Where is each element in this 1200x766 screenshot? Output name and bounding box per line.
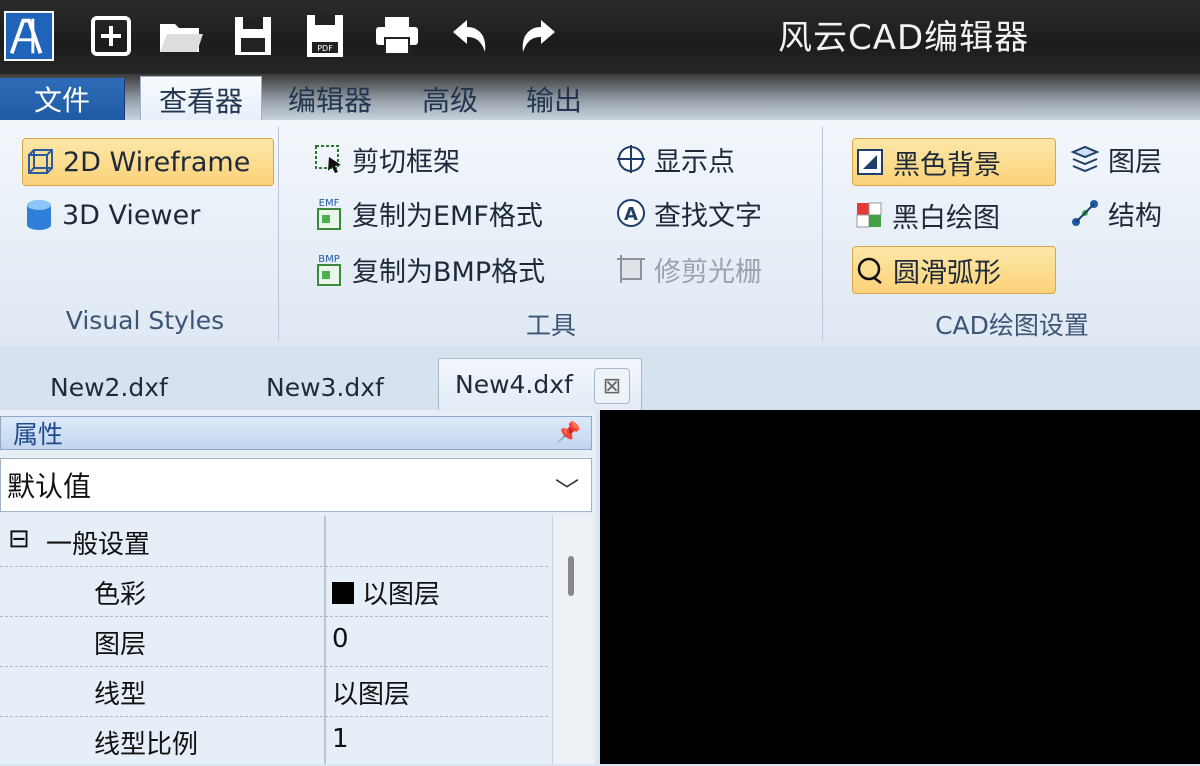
doc-tab-new2[interactable]: New2.dxf [50,364,168,410]
save-pdf-icon[interactable]: PDF [300,8,350,64]
section-label: 一般设置 [46,530,151,560]
cylinder-icon [22,198,56,232]
layers-icon [1068,142,1102,176]
logo-icon[interactable] [4,8,54,64]
svg-text:A: A [624,204,638,225]
properties-title: 属性 [13,420,64,449]
svg-text:EMF: EMF [319,198,340,209]
smooth-arc-label: 圆滑弧形 [893,257,1001,289]
group-label-visual-styles: Visual Styles [65,306,225,335]
property-value[interactable]: 0 [332,624,349,654]
title-bar: PDF 风云CAD编辑器 [0,0,1200,74]
property-value[interactable]: 以图层 [332,574,440,611]
new-icon[interactable] [86,8,136,64]
find-text-icon: A [614,196,648,230]
smooth-arc-icon [853,253,887,287]
bmp-icon: BMP [312,252,346,286]
redo-icon[interactable] [514,8,564,64]
property-value[interactable]: 1 [332,724,349,754]
structure-button[interactable]: 结构 [1068,190,1162,236]
trim-raster-label: 修剪光栅 [654,256,762,288]
black-background-label: 黑色背景 [893,149,1001,181]
property-row[interactable]: 图层 0 [0,616,548,667]
tab-file[interactable]: 文件 [0,78,125,120]
scrollbar-thumb[interactable] [568,556,574,596]
wireframe-2d-button[interactable]: 2D Wireframe [22,138,274,186]
tab-advanced[interactable]: 高级 [412,78,488,120]
undo-icon[interactable] [444,8,494,64]
viewer-3d-button[interactable]: 3D Viewer [22,192,272,238]
property-grid: ⊟ 一般设置 色彩 以图层 图层 0 线型 以图层 线型比例 1 [0,516,548,764]
tab-editor[interactable]: 编辑器 [280,78,380,120]
clip-frame-icon [312,142,346,176]
crosshair-icon [614,142,648,176]
drawing-canvas[interactable] [600,410,1200,764]
property-name: 色彩 [94,580,147,610]
copy-emf-label: 复制为EMF格式 [352,200,543,232]
group-separator [278,126,279,340]
print-icon[interactable] [372,8,422,64]
trim-raster-button[interactable]: 修剪光栅 [614,246,762,292]
save-icon[interactable] [228,8,278,64]
copy-emf-button[interactable]: EMF 复制为EMF格式 [312,190,543,236]
bw-drawing-label: 黑白绘图 [892,202,1000,234]
smooth-arc-button[interactable]: 圆滑弧形 [852,246,1056,294]
property-value[interactable]: 以图层 [332,674,410,711]
show-points-button[interactable]: 显示点 [614,136,735,182]
wireframe-label: 2D Wireframe [63,146,251,178]
doc-tab-new3[interactable]: New3.dxf [266,364,384,410]
viewer-3d-label: 3D Viewer [62,199,201,231]
svg-text:BMP: BMP [318,254,340,265]
property-scrollbar[interactable] [552,516,593,764]
column-divider[interactable] [324,516,326,764]
app-title: 风云CAD编辑器 [778,18,1030,58]
property-preset-select[interactable]: 默认值 ﹀ [0,458,592,512]
group-separator [822,126,823,340]
structure-icon [1068,196,1102,230]
tab-output[interactable]: 输出 [516,78,592,120]
close-tab-icon[interactable]: ⊠ [594,368,630,404]
bw-drawing-icon [852,198,886,232]
find-text-button[interactable]: A 查找文字 [614,190,762,236]
black-background-icon [853,145,887,179]
collapse-icon[interactable]: ⊟ [8,524,30,554]
property-preset-value: 默认值 [7,470,92,503]
doc-tab-new4-label: New4.dxf [455,370,573,399]
open-icon[interactable] [156,8,206,64]
clip-frame-button[interactable]: 剪切框架 [312,136,460,182]
clip-frame-label: 剪切框架 [352,146,460,178]
tab-viewer[interactable]: 查看器 [140,76,262,123]
find-text-label: 查找文字 [654,200,762,232]
layers-button[interactable]: 图层 [1068,136,1162,182]
color-swatch [332,581,354,604]
properties-header: 属性 📌 [0,416,592,450]
property-value-text: 以图层 [362,580,441,610]
group-label-cad-settings: CAD绘图设置 [935,311,1089,340]
property-section-general[interactable]: ⊟ 一般设置 [0,516,548,567]
group-label-tools: 工具 [525,311,576,340]
bw-drawing-button[interactable]: 黑白绘图 [852,192,1000,238]
property-row[interactable]: 色彩 以图层 [0,566,548,617]
copy-bmp-label: 复制为BMP格式 [352,256,546,288]
property-name: 线型 [94,680,147,710]
trim-raster-icon [614,252,648,286]
property-name: 图层 [94,630,147,660]
property-row[interactable]: 线型比例 1 [0,716,548,766]
show-points-label: 显示点 [654,146,735,178]
emf-icon: EMF [312,196,346,230]
pin-icon[interactable]: 📌 [556,420,581,444]
chevron-down-icon: ﹀ [555,477,579,505]
wireframe-icon [23,145,57,179]
svg-text:PDF: PDF [317,44,333,53]
black-background-button[interactable]: 黑色背景 [852,138,1056,186]
structure-label: 结构 [1108,200,1162,232]
layers-label: 图层 [1108,146,1162,178]
copy-bmp-button[interactable]: BMP 复制为BMP格式 [312,246,545,292]
property-name: 线型比例 [94,730,199,760]
property-row[interactable]: 线型 以图层 [0,666,548,717]
